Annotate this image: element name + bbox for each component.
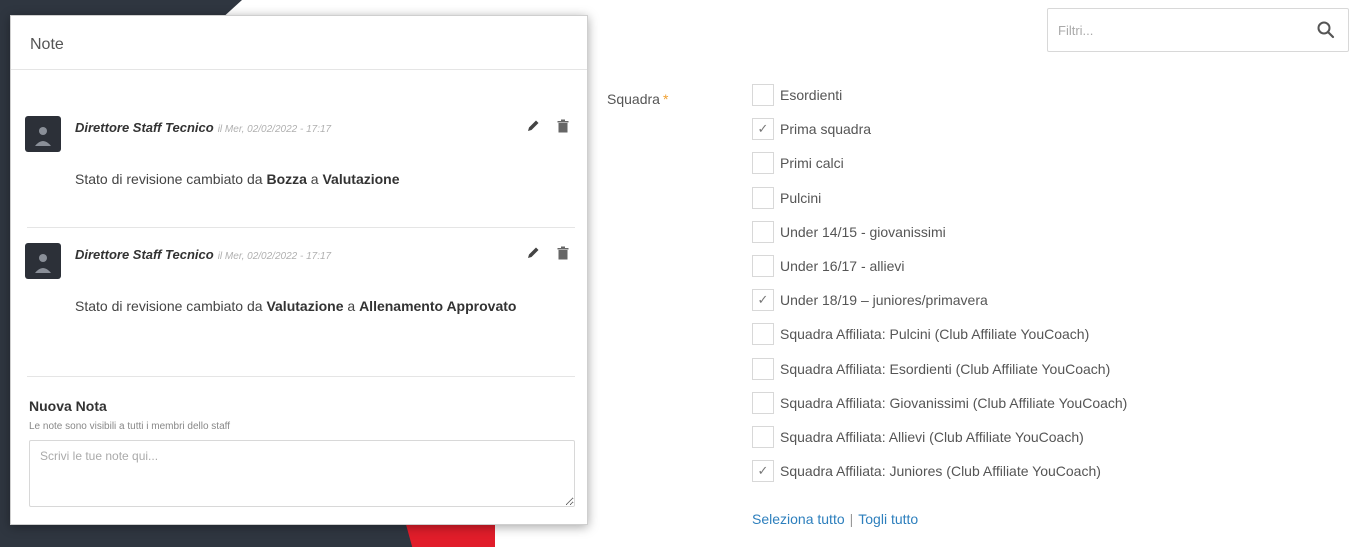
checkbox-row[interactable]: Pulcini: [752, 181, 1127, 215]
checkbox-row[interactable]: Squadra Affiliata: Pulcini (Club Affilia…: [752, 317, 1127, 351]
note-text-prefix: Stato di revisione cambiato da: [75, 298, 267, 314]
checkbox-unchecked[interactable]: [752, 220, 774, 243]
team-field-label: Squadra *: [607, 91, 668, 107]
note-author-name: Direttore Staff Tecnico: [75, 120, 214, 135]
user-icon: [35, 254, 51, 273]
checkbox-row[interactable]: Under 14/15 - giovanissimi: [752, 215, 1127, 249]
edit-icon[interactable]: [525, 118, 541, 134]
new-note-hint: Le note sono visibili a tutti i membri d…: [29, 421, 231, 432]
avatar: [25, 116, 61, 152]
deselect-all-link[interactable]: Togli tutto: [858, 511, 918, 527]
required-marker: *: [662, 91, 669, 107]
note-connector: a: [306, 171, 323, 187]
checkbox-unchecked[interactable]: [752, 425, 774, 448]
checkbox-row[interactable]: Esordienti: [752, 78, 1127, 112]
checkbox-unchecked[interactable]: [752, 186, 774, 209]
team-checklist: Esordienti ✓ Prima squadra Primi calci Pulci…: [752, 78, 1127, 488]
note-from-status: Valutazione: [266, 298, 344, 314]
checkbox-label: Esordienti: [780, 87, 843, 104]
note-actions: [525, 245, 571, 261]
filter-box: [1047, 8, 1349, 52]
checkbox-row[interactable]: Primi calci: [752, 146, 1127, 180]
filter-input[interactable]: [1058, 19, 1288, 41]
select-all-link[interactable]: Seleziona tutto: [752, 511, 845, 527]
checkbox-label: Under 18/19 – juniores/primavera: [780, 292, 988, 309]
checkbox-row[interactable]: ✓ Squadra Affiliata: Juniores (Club Affil…: [752, 454, 1127, 488]
checkbox-label: Squadra Affiliata: Allievi (Club Affilia…: [780, 428, 1084, 445]
checkbox-row[interactable]: Under 16/17 - allievi: [752, 249, 1127, 283]
notes-title: Note: [11, 16, 587, 70]
trash-icon[interactable]: [555, 245, 571, 261]
checkbox-checked[interactable]: ✓: [752, 118, 774, 141]
checkbox-label: Prima squadra: [780, 121, 872, 138]
checkbox-row[interactable]: Squadra Affiliata: Allievi (Club Affilia…: [752, 420, 1127, 454]
note-text-prefix: Stato di revisione cambiato da: [75, 171, 267, 187]
checkbox-row[interactable]: Squadra Affiliata: Esordienti (Club Affi…: [752, 352, 1127, 386]
checkbox-label: Squadra Affiliata: Pulcini (Club Affilia…: [780, 326, 1090, 343]
new-note-title: Nuova Nota: [29, 398, 107, 414]
checkbox-label: Under 16/17 - allievi: [780, 258, 905, 275]
search-icon[interactable]: [1316, 20, 1336, 40]
note-divider: [27, 376, 575, 377]
team-label-text: Squadra: [607, 91, 660, 107]
checkbox-checked[interactable]: ✓: [752, 289, 774, 312]
checkbox-checked[interactable]: ✓: [752, 460, 774, 483]
note-text: Stato di revisione cambiato da Valutazio…: [75, 293, 555, 319]
note-text: Stato di revisione cambiato da Bozza a V…: [75, 166, 555, 192]
user-icon: [35, 127, 51, 146]
checkbox-unchecked[interactable]: [752, 357, 774, 380]
note-author-name: Direttore Staff Tecnico: [75, 247, 214, 262]
note-date: il Mer, 02/02/2022 - 17:17: [217, 124, 332, 135]
note-author: Direttore Staff Tecnico il Mer, 02/02/202…: [75, 120, 331, 135]
checkbox-row[interactable]: ✓ Under 18/19 – juniores/primavera: [752, 283, 1127, 317]
checkbox-label: Squadra Affiliata: Juniores (Club Affili…: [780, 463, 1101, 480]
checkbox-unchecked[interactable]: [752, 84, 774, 107]
checkbox-unchecked[interactable]: [752, 152, 774, 175]
note-to-status: Allenamento Approvato: [359, 298, 517, 314]
checkbox-row[interactable]: ✓ Prima squadra: [752, 112, 1127, 146]
note-divider: [27, 227, 575, 228]
note-author: Direttore Staff Tecnico il Mer, 02/02/202…: [75, 247, 331, 262]
checkbox-label: Under 14/15 - giovanissimi: [780, 223, 946, 240]
note-actions: [525, 118, 571, 134]
trash-icon[interactable]: [555, 118, 571, 134]
checkbox-row[interactable]: Squadra Affiliata: Giovanissimi (Club Af…: [752, 386, 1127, 420]
checkbox-unchecked[interactable]: [752, 323, 774, 346]
edit-icon[interactable]: [525, 245, 541, 261]
note-from-status: Bozza: [266, 171, 307, 187]
select-links: Seleziona tutto | Togli tutto: [752, 511, 918, 527]
avatar: [25, 243, 61, 279]
links-separator: |: [849, 511, 854, 527]
note-connector: a: [343, 298, 360, 314]
note-date: il Mer, 02/02/2022 - 17:17: [217, 251, 332, 262]
new-note-textarea[interactable]: [29, 440, 575, 507]
checkbox-label: Pulcini: [780, 189, 822, 206]
checkbox-unchecked[interactable]: [752, 391, 774, 414]
checkbox-label: Squadra Affiliata: Giovanissimi (Club Af…: [780, 394, 1128, 411]
checkbox-label: Primi calci: [780, 155, 844, 172]
checkbox-unchecked[interactable]: [752, 255, 774, 278]
note-to-status: Valutazione: [322, 171, 400, 187]
notes-popup: Note Direttore Staff Tecnico il Mer, 02/0…: [10, 15, 588, 525]
checkbox-label: Squadra Affiliata: Esordienti (Club Affi…: [780, 360, 1111, 377]
